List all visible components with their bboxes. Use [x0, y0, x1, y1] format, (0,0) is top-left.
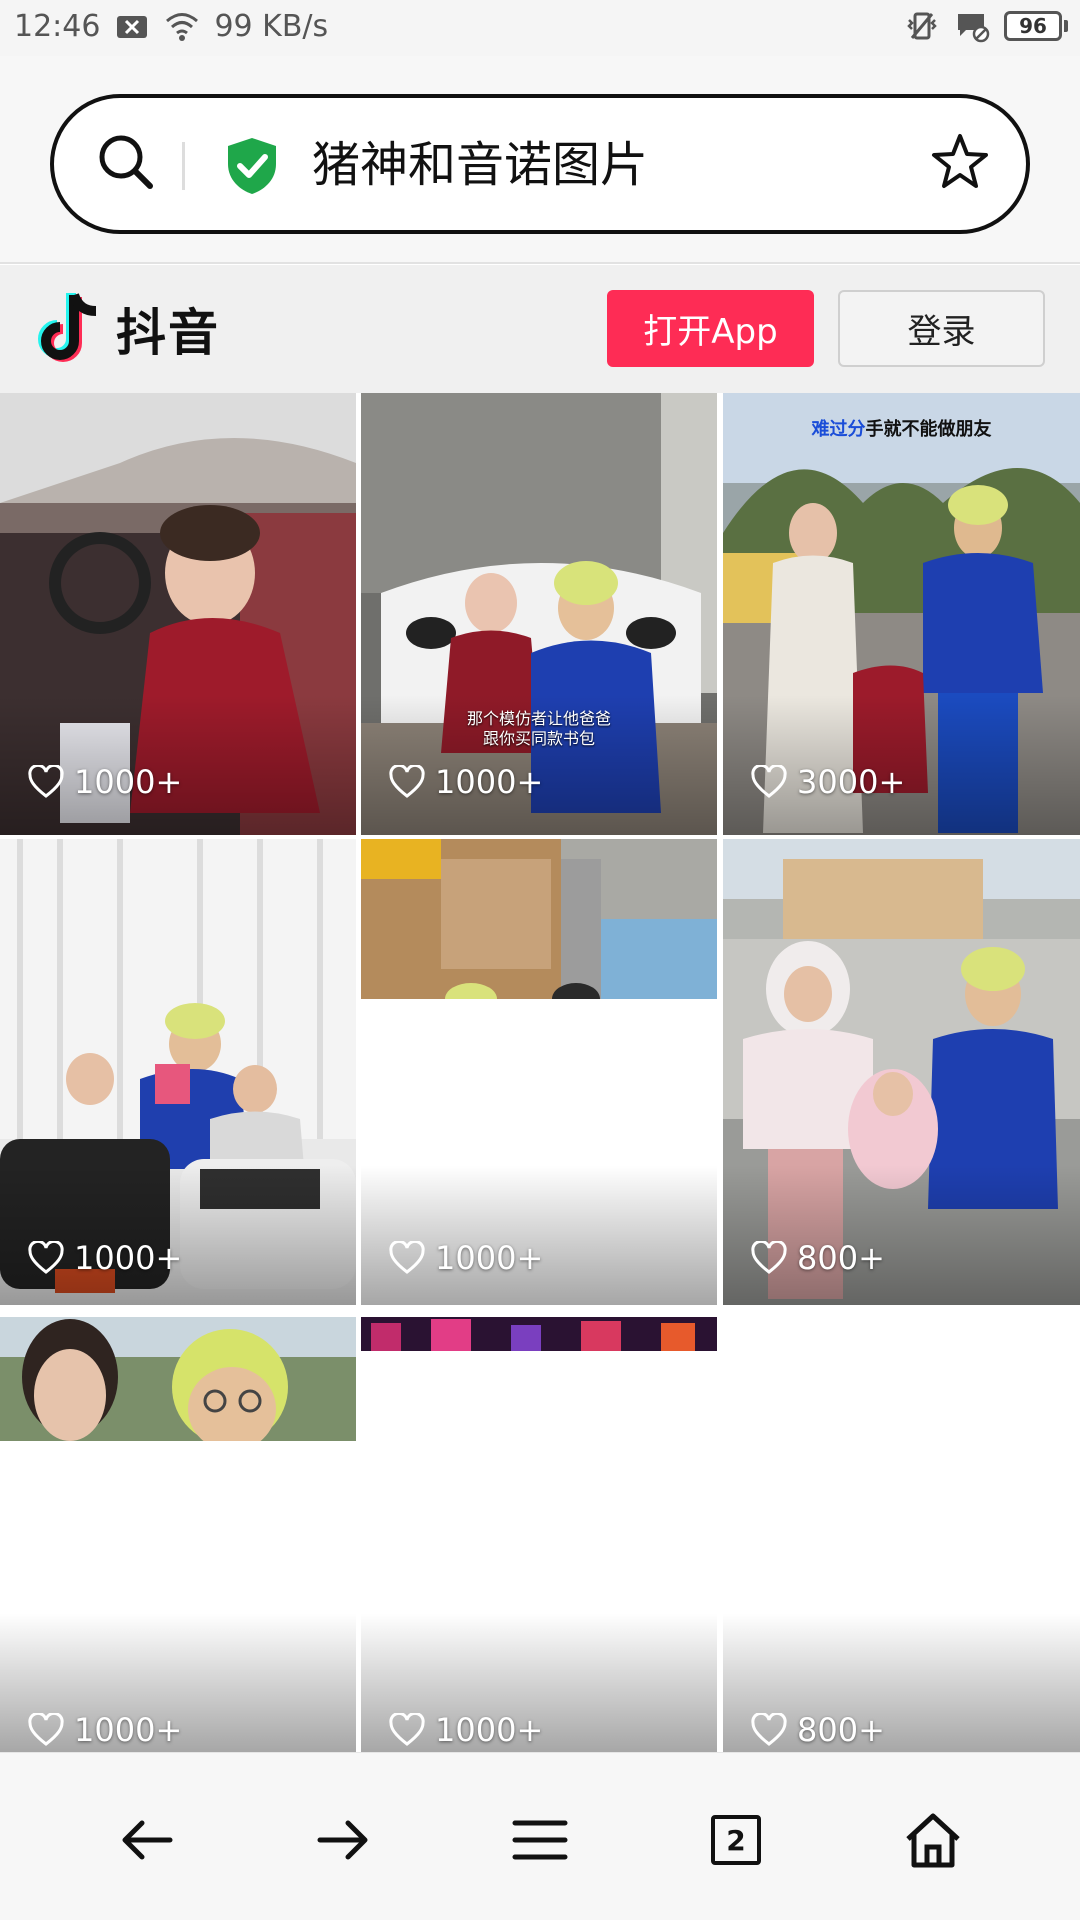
- video-grid: 1000+ 那个模仿者让他爸爸 跟你买同款书包 1000+ 难过分手就不能做朋友…: [0, 393, 1080, 1753]
- video-caption: 那个模仿者让他爸爸 跟你买同款书包: [361, 709, 717, 749]
- status-bar: 12:46 99 KB/s 96: [0, 0, 1080, 56]
- address-bar[interactable]: 猪神和音诺图片: [50, 94, 1030, 234]
- heart-icon: [389, 1713, 425, 1746]
- caption-line: 那个模仿者让他爸爸 跟你买同款书包: [466, 709, 611, 748]
- video-thumbnail: [0, 1317, 356, 1441]
- douyin-logo-icon: [38, 293, 97, 362]
- video-card[interactable]: 800+: [723, 839, 1080, 1305]
- like-count: 800+: [751, 1239, 885, 1277]
- like-count: 800+: [751, 1711, 885, 1749]
- heart-icon: [751, 765, 787, 798]
- heart-icon: [751, 1241, 787, 1274]
- video-card[interactable]: 1000+: [0, 839, 356, 1305]
- back-arrow-icon: [122, 1820, 173, 1860]
- open-app-button[interactable]: 打开App: [607, 290, 814, 367]
- menu-icon: [512, 1820, 568, 1860]
- video-card[interactable]: 1000+: [0, 393, 356, 835]
- status-time: 12:46: [14, 8, 101, 44]
- forward-button[interactable]: [308, 1805, 378, 1875]
- video-thumbnail: [361, 1317, 717, 1351]
- video-card[interactable]: 那个模仿者让他爸爸 跟你买同款书包 1000+: [361, 393, 717, 835]
- login-button[interactable]: 登录: [838, 290, 1045, 367]
- battery-icon: 96: [1004, 11, 1068, 41]
- vibrate-icon: [907, 12, 937, 40]
- forward-arrow-icon: [317, 1820, 368, 1860]
- like-count: 1000+: [28, 1711, 182, 1749]
- shield-check-icon[interactable]: [224, 136, 280, 196]
- video-card[interactable]: 难过分手就不能做朋友 3000+: [723, 393, 1080, 835]
- message-off-icon: [958, 14, 990, 43]
- address-text[interactable]: 猪神和音诺图片: [312, 132, 648, 198]
- heart-icon: [389, 1241, 425, 1274]
- logo-text: 抖音: [116, 304, 220, 362]
- like-count: 1000+: [28, 1239, 182, 1277]
- tabs-button[interactable]: 2: [701, 1805, 771, 1875]
- like-count: 1000+: [389, 1239, 543, 1277]
- star-icon[interactable]: [928, 130, 992, 194]
- video-card[interactable]: 800+: [723, 1317, 1080, 1753]
- back-button[interactable]: [112, 1805, 182, 1875]
- heart-icon: [28, 765, 64, 798]
- network-speed: 99 KB/s: [214, 8, 329, 44]
- address-divider: [182, 142, 185, 190]
- menu-button[interactable]: [505, 1805, 575, 1875]
- like-count: 1000+: [389, 763, 543, 801]
- notification-x-icon: [117, 16, 148, 38]
- like-count: 3000+: [751, 763, 905, 801]
- video-card[interactable]: 1000+: [361, 839, 717, 1305]
- video-thumbnail: [361, 839, 717, 999]
- tabs-icon: 2: [711, 1815, 761, 1865]
- video-top-caption: 难过分手就不能做朋友: [811, 419, 992, 440]
- battery-level: 96: [1004, 11, 1062, 41]
- video-card[interactable]: 1000+: [361, 1317, 717, 1753]
- heart-icon: [751, 1713, 787, 1746]
- heart-icon: [28, 1241, 64, 1274]
- browser-toolbar: 猪神和音诺图片: [0, 56, 1080, 264]
- home-icon: [906, 1813, 960, 1868]
- home-button[interactable]: [898, 1805, 968, 1875]
- like-count: 1000+: [28, 763, 182, 801]
- douyin-header: 抖音 打开App 登录: [0, 265, 1080, 393]
- like-count: 1000+: [389, 1711, 543, 1749]
- douyin-logo[interactable]: 抖音: [34, 289, 220, 369]
- video-card[interactable]: 1000+: [0, 1317, 356, 1753]
- wifi-icon: [166, 13, 199, 41]
- heart-icon: [389, 765, 425, 798]
- search-icon[interactable]: [94, 130, 158, 194]
- browser-bottom-nav: 2: [0, 1752, 1080, 1920]
- heart-icon: [28, 1713, 64, 1746]
